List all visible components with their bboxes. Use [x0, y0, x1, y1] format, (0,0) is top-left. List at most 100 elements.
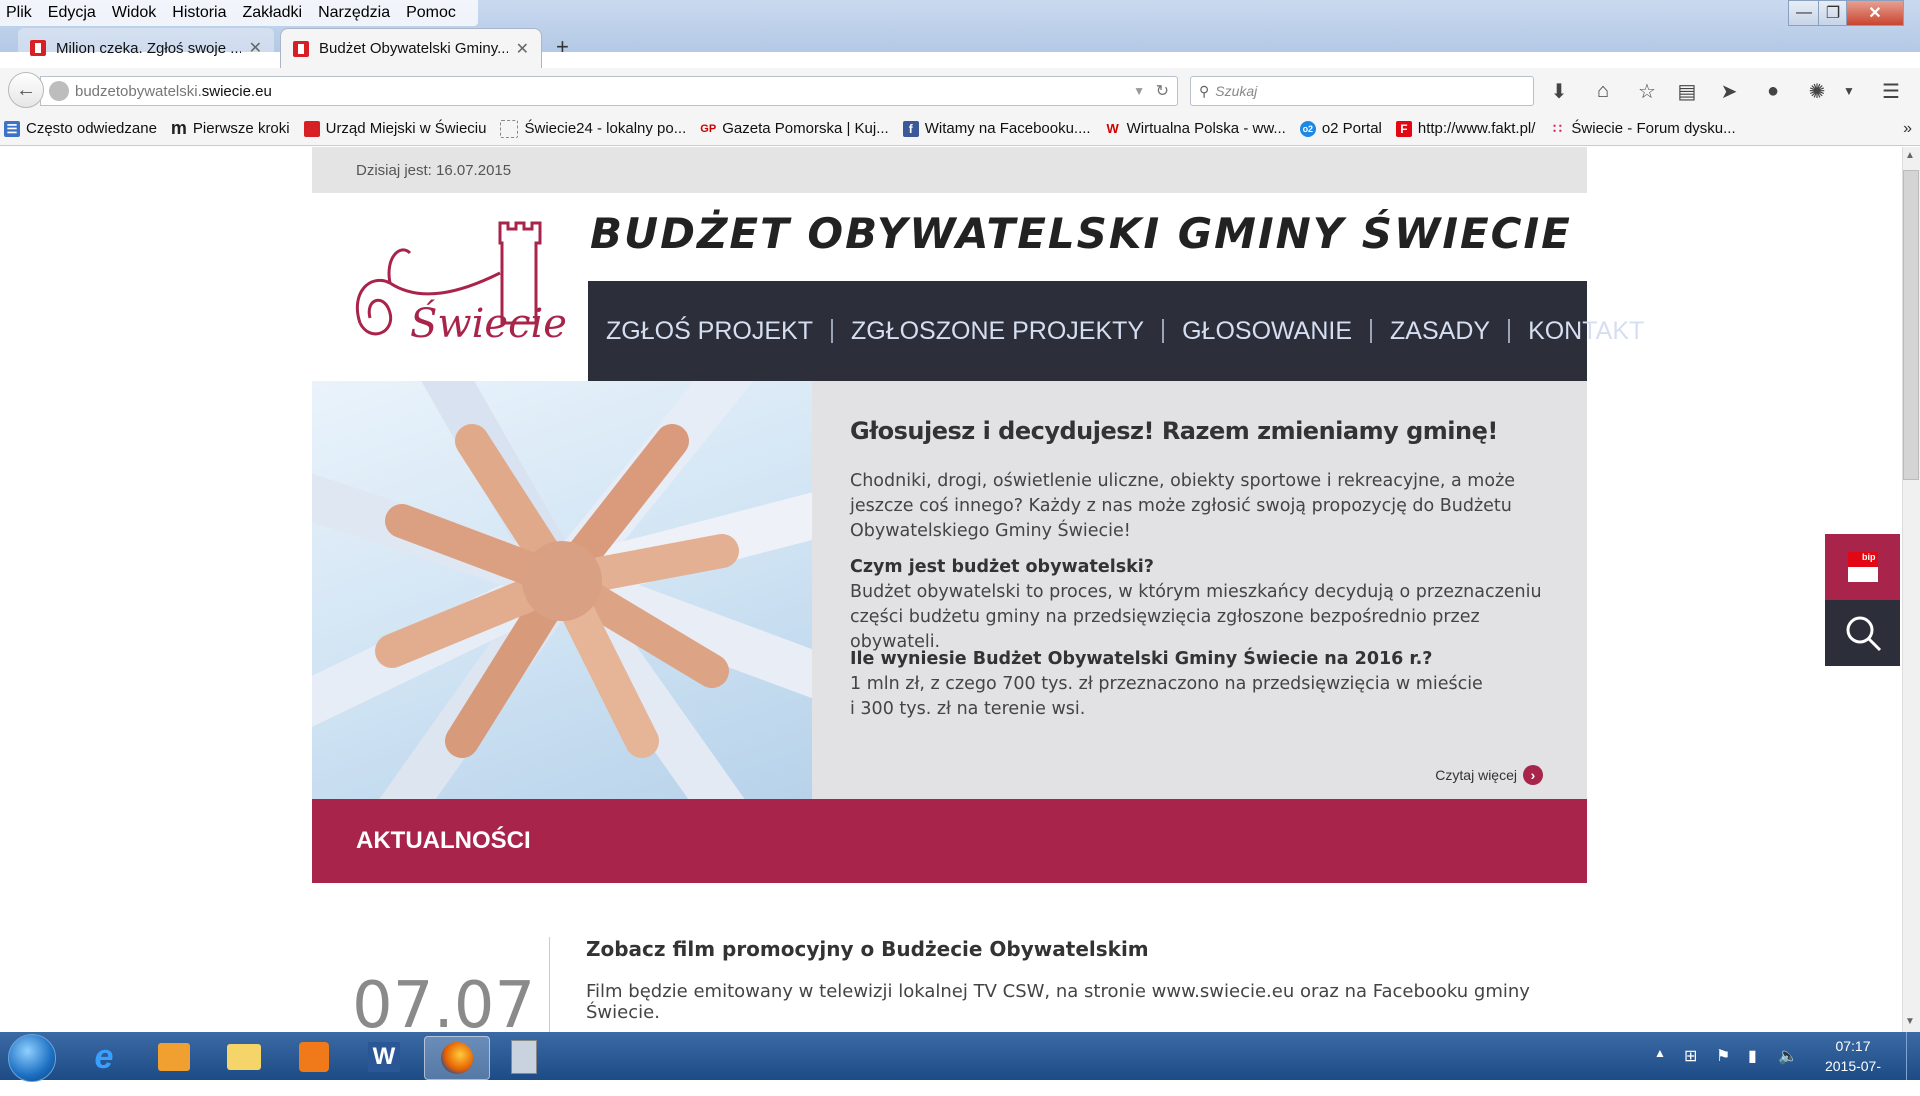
nav-glosowanie[interactable]: GŁOSOWANIE — [1164, 319, 1373, 344]
menu-view[interactable]: Widok — [112, 4, 156, 22]
menu-file[interactable]: Plik — [6, 4, 32, 22]
most-visited-icon: ☰ — [4, 120, 20, 137]
tab-milion-czeka[interactable]: Milion czeka. Zgłoś swoje ... ✕ — [18, 28, 274, 68]
chat-icon[interactable]: ● — [1760, 78, 1786, 104]
show-desktop-button[interactable] — [1906, 1032, 1920, 1080]
menu-tools[interactable]: Narzędzia — [318, 4, 390, 22]
windows-flag-icon[interactable]: ⊞ — [1684, 1046, 1697, 1066]
clock-date: 2015-07-16 — [1824, 1058, 1882, 1094]
word-icon[interactable]: W — [356, 1036, 412, 1078]
scroll-up-icon[interactable]: ▲ — [1905, 150, 1915, 161]
bookmark-label: Gazeta Pomorska | Kuj... — [722, 120, 889, 137]
menu-bookmarks[interactable]: Zakładki — [243, 4, 303, 22]
firefox-icon[interactable] — [424, 1036, 490, 1080]
home-icon[interactable]: ⌂ — [1590, 78, 1616, 104]
reload-icon[interactable]: ↻ — [1156, 81, 1169, 101]
url-bar[interactable]: budzetobywatelski. swiecie.eu ▼ ↻ — [40, 76, 1178, 106]
current-date: Dzisiaj jest: 16.07.2015 — [356, 161, 512, 179]
tray-expand-icon[interactable]: ▲ — [1654, 1046, 1666, 1060]
hero-intro-paragraph: Chodniki, drogi, oświetlenie uliczne, ob… — [850, 471, 1516, 541]
url-dropdown-icon[interactable]: ▼ — [1133, 84, 1145, 98]
swiecie-logo[interactable]: Świecie — [350, 213, 567, 353]
system-clock[interactable]: 07:17 2015-07-16 — [1818, 1036, 1888, 1096]
bookmarks-toolbar: ☰ Często odwiedzane m Pierwsze kroki Urząd… — [0, 112, 1920, 146]
scroll-down-icon[interactable]: ▼ — [1905, 1016, 1915, 1027]
network-icon[interactable]: ▮ — [1748, 1046, 1757, 1066]
menu-edit[interactable]: Edycja — [48, 4, 96, 22]
addon-icon[interactable]: ✺ — [1804, 78, 1830, 104]
bookmarks-overflow-icon[interactable]: » — [1903, 120, 1912, 138]
hero-text-panel: Głosujesz i decydujesz! Razem zmieniamy … — [812, 381, 1587, 799]
action-center-flag-icon[interactable]: ⚑ — [1716, 1046, 1730, 1066]
restore-icon[interactable]: ❐ — [1818, 0, 1848, 26]
bookmark-item[interactable]: Fhttp://www.fakt.pl/ — [1395, 120, 1535, 137]
calculator-icon[interactable] — [496, 1036, 552, 1078]
site-container: Dzisiaj jest: 16.07.2015 Świecie BUDŻET … — [312, 147, 1644, 1032]
bookmark-label: Często odwiedzane — [26, 120, 157, 137]
outlook-icon[interactable] — [146, 1036, 202, 1078]
bookmark-item[interactable]: o2 o2 Portal — [1299, 120, 1382, 137]
hamburger-menu-icon[interactable]: ☰ — [1878, 78, 1904, 104]
start-button[interactable] — [8, 1034, 56, 1082]
bookmark-label: Wirtualna Polska - ww... — [1126, 120, 1286, 137]
forum-icon: ∷ — [1552, 120, 1562, 136]
menu-help[interactable]: Pomoc — [406, 4, 456, 22]
site-title: BUDŻET OBYWATELSKI GMINY ŚWIECIE — [590, 209, 1572, 258]
volume-icon[interactable]: 🔈 — [1778, 1046, 1798, 1066]
bookmark-item[interactable]: GP Gazeta Pomorska | Kuj... — [700, 120, 888, 137]
tab-budzet-obywatelski[interactable]: Budżet Obywatelski Gminy... ✕ — [280, 28, 542, 68]
side-search-button[interactable] — [1825, 600, 1900, 666]
bookmark-item[interactable]: ☰ Często odwiedzane — [4, 120, 157, 137]
bookmark-label: Świecie - Forum dysku... — [1571, 120, 1736, 137]
nav-zgloszone-projekty[interactable]: ZGŁOSZONE PROJEKTY — [833, 319, 1165, 344]
bookmark-item[interactable]: f Witamy na Facebooku.... — [902, 120, 1091, 137]
bookmark-item[interactable]: W Wirtualna Polska - ww... — [1105, 120, 1286, 137]
bookmark-item[interactable]: m Pierwsze kroki — [170, 118, 290, 138]
menu-history[interactable]: Historia — [172, 4, 226, 22]
tab-close-icon[interactable]: ✕ — [516, 39, 529, 59]
back-button[interactable]: ← — [8, 72, 44, 108]
bookmark-item[interactable]: ∷ Świecie - Forum dysku... — [1549, 120, 1736, 137]
tab-title: Milion czeka. Zgłoś swoje ... — [56, 39, 241, 57]
news-title[interactable]: Zobacz film promocyjny o Budżecie Obywat… — [586, 937, 1149, 961]
news-header: AKTUALNOŚCI — [312, 799, 1587, 883]
bookmark-item[interactable]: Urząd Miejski w Świeciu — [303, 120, 486, 137]
tab-close-icon[interactable]: ✕ — [249, 38, 262, 58]
bip-icon: bip — [1847, 552, 1878, 582]
read-more-link[interactable]: Czytaj więcej › — [1435, 765, 1543, 785]
swiecie-crest-icon — [303, 120, 320, 137]
bookmark-label: Witamy na Facebooku.... — [924, 120, 1091, 137]
news-date: 07.07 — [352, 969, 536, 1032]
media-player-icon[interactable] — [286, 1036, 342, 1078]
download-icon[interactable]: ⬇ — [1546, 78, 1572, 104]
swiecie-favicon-icon — [30, 40, 46, 56]
minimize-icon[interactable]: — — [1788, 0, 1820, 26]
hero-answer-2-line-1: 1 mln zł, z czego 700 tys. zł przeznaczo… — [850, 674, 1483, 694]
search-placeholder: Szukaj — [1215, 83, 1258, 99]
reading-list-icon[interactable]: ▤ — [1674, 78, 1700, 104]
nav-zasady[interactable]: ZASADY — [1372, 319, 1511, 344]
explorer-icon[interactable] — [216, 1036, 272, 1078]
hero-question-1: Czym jest budżet obywatelski? — [850, 557, 1154, 577]
o2-icon: o2 — [1299, 120, 1316, 137]
bookmark-star-icon[interactable]: ☆ — [1634, 78, 1660, 104]
globe-icon — [49, 81, 69, 101]
url-domain: swiecie.eu — [201, 82, 272, 100]
nav-zglos-projekt[interactable]: ZGŁOŚ PROJEKT — [606, 319, 833, 344]
scrollbar-thumb[interactable] — [1903, 170, 1919, 480]
send-icon[interactable]: ➤ — [1716, 78, 1742, 104]
ie-icon[interactable]: e — [76, 1036, 132, 1078]
new-tab-button[interactable]: + — [556, 34, 569, 60]
addon-dropdown-icon[interactable]: ▼ — [1836, 78, 1862, 104]
close-window-icon[interactable]: ✕ — [1846, 0, 1904, 26]
fakt-icon: F — [1395, 120, 1412, 137]
bookmark-item[interactable]: Świecie24 - lokalny po... — [500, 119, 686, 138]
news-header-label: AKTUALNOŚCI — [356, 827, 531, 854]
m-icon: m — [170, 118, 187, 138]
bip-button[interactable]: bip — [1825, 534, 1900, 600]
nav-kontakt[interactable]: KONTAKT — [1510, 319, 1662, 344]
search-input[interactable]: ⚲ Szukaj — [1190, 76, 1534, 106]
magnifier-icon — [1846, 616, 1881, 652]
date-bar: Dzisiaj jest: 16.07.2015 — [312, 147, 1587, 193]
main-navigation: ZGŁOŚ PROJEKT ZGŁOSZONE PROJEKTY GŁOSOWA… — [588, 281, 1644, 381]
